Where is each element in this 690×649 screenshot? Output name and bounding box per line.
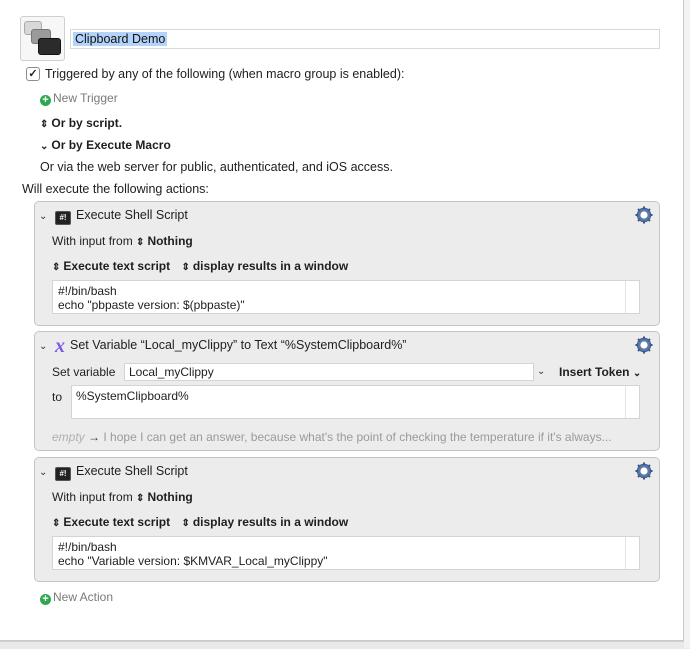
macro-title-field[interactable]: Clipboard Demo — [70, 29, 660, 49]
value-preview: empty → I hope I can get an answer, beca… — [52, 429, 642, 445]
output-mode-value: display results in a window — [192, 515, 349, 529]
scrollbar[interactable] — [625, 537, 639, 569]
variable-name-field[interactable]: Local_myClippy — [124, 363, 534, 381]
with-input-label: With input from — [52, 490, 133, 504]
output-mode-value: display results in a window — [192, 259, 349, 273]
macro-editor-pane: Clipboard Demo ✓ Triggered by any of the… — [0, 0, 684, 641]
gear-icon[interactable] — [635, 336, 653, 354]
insert-token-label: Insert Token — [559, 365, 630, 379]
plus-circle-icon: + — [40, 594, 51, 605]
updown-arrow-icon: ⇕ — [136, 493, 145, 504]
action-title: Execute Shell Script — [76, 464, 188, 478]
script-text-area[interactable]: #!/bin/bash echo "Variable version: $KMV… — [52, 536, 640, 570]
to-label: to — [52, 390, 63, 404]
chevron-down-icon: ⌄ — [632, 368, 642, 379]
action-header[interactable]: ⌄ x Set Variable “Local_myClippy” to Text … — [39, 335, 407, 357]
chevron-down-icon[interactable]: ⌄ — [39, 465, 51, 481]
will-execute-label: Will execute the following actions: — [22, 182, 209, 196]
updown-arrow-icon: ⇕ — [52, 518, 61, 529]
script-text-area[interactable]: #!/bin/bash echo "pbpaste version: $(pbp… — [52, 280, 640, 314]
exec-options-row: ⇕ Execute text script ⇕ display results in… — [52, 514, 348, 530]
code-line: echo "Variable version: $KMVAR_Local_myC… — [58, 554, 328, 568]
or-by-script-label: Or by script. — [51, 116, 123, 130]
code-line: echo "pbpaste version: $(pbpaste)" — [58, 298, 245, 312]
updown-arrow-icon: ⇕ — [40, 119, 49, 130]
output-mode-popup[interactable]: ⇕ display results in a window — [181, 259, 348, 273]
action-execute-shell-script-2[interactable]: ⌄ #! Execute Shell Script With input from … — [34, 457, 660, 582]
exec-options-row: ⇕ Execute text script ⇕ display results in… — [52, 258, 348, 274]
preview-text: I hope I can get an answer, because what… — [103, 430, 612, 444]
macro-title-text: Clipboard Demo — [73, 32, 168, 46]
updown-arrow-icon: ⇕ — [181, 518, 190, 529]
vertical-scrollbar[interactable] — [684, 0, 690, 648]
set-variable-label: Set variable — [52, 365, 116, 379]
gear-icon[interactable] — [635, 462, 653, 480]
insert-token-button[interactable]: Insert Token ⌄ — [559, 363, 641, 383]
exec-mode-popup[interactable]: ⇕ Execute text script — [52, 515, 170, 529]
triggered-label: Triggered by any of the following (when … — [45, 67, 405, 81]
code-line: #!/bin/bash — [58, 540, 117, 554]
input-source-popup[interactable]: ⇕ Nothing — [136, 234, 193, 248]
triggered-checkbox[interactable]: ✓ — [26, 67, 40, 81]
exec-mode-value: Execute text script — [63, 515, 171, 529]
macro-screens-icon[interactable] — [20, 16, 65, 61]
scrollbar[interactable] — [625, 386, 639, 418]
new-trigger-label: New Trigger — [53, 91, 118, 105]
chevron-down-icon[interactable]: ⌄ — [39, 339, 51, 355]
action-set-variable[interactable]: ⌄ x Set Variable “Local_myClippy” to Text … — [34, 331, 660, 451]
input-source-value: Nothing — [147, 234, 193, 248]
variable-value-field[interactable]: %SystemClipboard% — [71, 385, 640, 419]
arrow-right-icon: → — [88, 430, 101, 444]
output-mode-popup[interactable]: ⇕ display results in a window — [181, 515, 348, 529]
terminal-icon: #! — [55, 467, 71, 481]
variable-x-icon: x — [55, 335, 65, 357]
code-line: #!/bin/bash — [58, 284, 117, 298]
new-action-button[interactable]: + New Action — [40, 589, 113, 605]
action-title: Set Variable “Local_myClippy” to Text “%… — [70, 338, 407, 352]
new-trigger-button[interactable]: + New Trigger — [40, 90, 118, 106]
action-execute-shell-script-1[interactable]: ⌄ #! Execute Shell Script With input from … — [34, 201, 660, 326]
new-action-label: New Action — [53, 590, 114, 604]
plus-circle-icon: + — [40, 95, 51, 106]
action-header[interactable]: ⌄ #! Execute Shell Script — [39, 207, 188, 225]
gear-icon[interactable] — [635, 206, 653, 224]
or-by-script-toggle[interactable]: ⇕ Or by script. — [40, 115, 122, 133]
exec-mode-popup[interactable]: ⇕ Execute text script — [52, 259, 170, 273]
updown-arrow-icon: ⇕ — [181, 262, 190, 273]
chevron-down-icon[interactable]: ⌄ — [39, 209, 51, 225]
input-source-row: With input from ⇕ Nothing — [52, 233, 193, 249]
action-header[interactable]: ⌄ #! Execute Shell Script — [39, 463, 188, 481]
input-source-row: With input from ⇕ Nothing — [52, 489, 193, 505]
input-source-popup[interactable]: ⇕ Nothing — [136, 490, 193, 504]
action-title: Execute Shell Script — [76, 208, 188, 222]
chevron-down-icon: ⌄ — [40, 141, 49, 152]
input-source-value: Nothing — [147, 490, 193, 504]
or-by-execute-macro-toggle[interactable]: ⌄ Or by Execute Macro — [40, 137, 171, 155]
or-by-execute-macro-label: Or by Execute Macro — [51, 138, 171, 152]
variable-value-text: %SystemClipboard% — [76, 389, 189, 403]
preview-empty: empty — [52, 430, 85, 444]
web-server-text: Or via the web server for public, authen… — [40, 160, 393, 174]
scrollbar[interactable] — [625, 281, 639, 313]
with-input-label: With input from — [52, 234, 133, 248]
chevron-down-icon[interactable]: ⌄ — [537, 363, 545, 381]
updown-arrow-icon: ⇕ — [136, 237, 145, 248]
updown-arrow-icon: ⇕ — [52, 262, 61, 273]
terminal-icon: #! — [55, 211, 71, 225]
exec-mode-value: Execute text script — [63, 259, 171, 273]
